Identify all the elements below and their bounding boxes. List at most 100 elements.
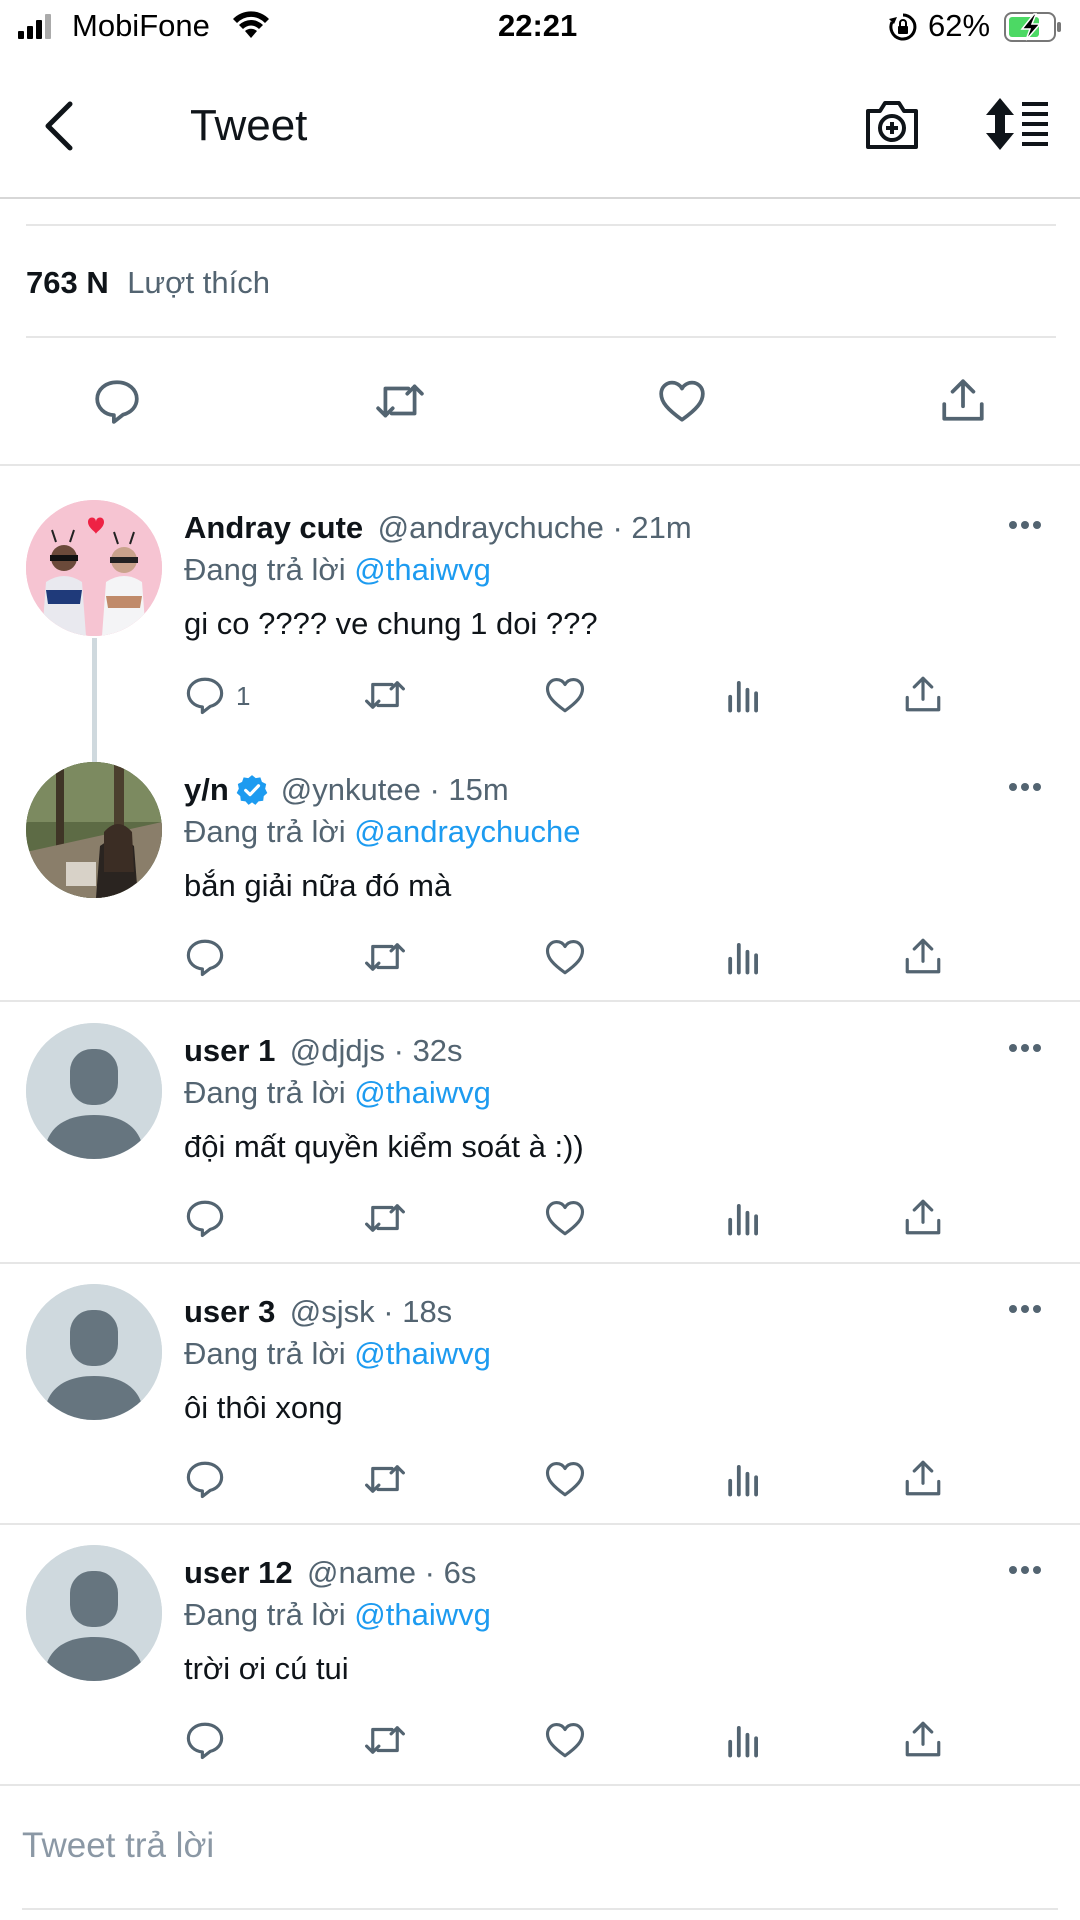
- display-name[interactable]: user 12: [184, 1555, 293, 1590]
- more-options-icon[interactable]: [1008, 1043, 1042, 1053]
- analytics-icon[interactable]: [726, 676, 762, 714]
- more-options-icon[interactable]: [1008, 782, 1042, 792]
- reply-icon[interactable]: [184, 1458, 226, 1500]
- default-avatar: [26, 1023, 162, 1159]
- avatar[interactable]: [26, 1545, 162, 1681]
- reply-tweet[interactable]: user 3 @sjsk · 18s Đang trả lời @thaiwvg…: [0, 1284, 1080, 1522]
- reply-prefix: Đang trả lời: [184, 1597, 346, 1632]
- reply-icon[interactable]: [92, 376, 142, 426]
- retweet-icon[interactable]: [372, 376, 428, 426]
- analytics-icon[interactable]: [726, 1460, 762, 1498]
- retweet-icon[interactable]: [362, 1458, 408, 1500]
- reply-prefix: Đang trả lời: [184, 1075, 346, 1110]
- share-icon[interactable]: [938, 374, 988, 426]
- reply-composer[interactable]: Tweet trả lời: [0, 1786, 1080, 1910]
- like-icon[interactable]: [544, 936, 586, 978]
- share-icon[interactable]: [902, 934, 944, 978]
- more-options-icon[interactable]: [1008, 1565, 1042, 1575]
- divider: [0, 1000, 1080, 1002]
- like-icon[interactable]: [544, 674, 586, 716]
- tweet-header: user 3 @sjsk · 18s: [184, 1294, 452, 1330]
- share-icon[interactable]: [902, 1717, 944, 1761]
- tweet-header: user 1 @djdjs · 32s: [184, 1033, 463, 1069]
- retweet-icon[interactable]: [362, 936, 408, 978]
- divider: [26, 224, 1056, 226]
- wifi-icon: [233, 11, 269, 38]
- default-avatar: [26, 1545, 162, 1681]
- mention-link[interactable]: @thaiwvg: [354, 1075, 491, 1110]
- page-title: Tweet: [190, 101, 308, 150]
- mention-link[interactable]: @andraychuche: [354, 814, 580, 849]
- status-bar: MobiFone 22:21 62%: [0, 0, 1080, 56]
- reply-input-placeholder[interactable]: Tweet trả lời: [22, 1826, 214, 1866]
- rotation-lock-icon: [889, 13, 917, 41]
- analytics-icon[interactable]: [726, 1199, 762, 1237]
- display-name[interactable]: Andray cute: [184, 510, 363, 545]
- photo-avatar: [26, 500, 162, 636]
- like-icon[interactable]: [544, 1719, 586, 1761]
- handle-time: @name · 6s: [307, 1555, 477, 1590]
- reply-prefix: Đang trả lời: [184, 814, 346, 849]
- avatar[interactable]: [26, 1023, 162, 1159]
- divider: [26, 336, 1056, 338]
- reply-tweet[interactable]: y/n @ynkutee · 15m Đang trả lời @andrayc…: [0, 762, 1080, 1000]
- reply-tweet[interactable]: Andray cute @andraychuche · 21m Đang trả…: [0, 500, 1080, 750]
- photo-avatar: [26, 762, 162, 898]
- mention-link[interactable]: @thaiwvg: [354, 1336, 491, 1371]
- reply-icon[interactable]: [184, 1197, 226, 1239]
- likes-label: Lượt thích: [127, 265, 270, 300]
- handle-time: @sjsk · 18s: [289, 1294, 453, 1329]
- carrier-name: MobiFone: [72, 8, 210, 43]
- avatar[interactable]: [26, 762, 162, 898]
- reply-icon[interactable]: [184, 936, 226, 978]
- display-name[interactable]: y/n: [184, 772, 229, 808]
- reply-tweet[interactable]: user 12 @name · 6s Đang trả lời @thaiwvg…: [0, 1545, 1080, 1783]
- divider: [0, 464, 1080, 466]
- tweet-text: bắn giải nữa đó mà: [184, 868, 452, 903]
- divider: [22, 1908, 1058, 1910]
- like-icon[interactable]: [656, 376, 708, 426]
- replying-to: Đang trả lời @thaiwvg: [184, 552, 491, 588]
- reply-icon[interactable]: [184, 674, 226, 716]
- share-icon[interactable]: [902, 1195, 944, 1239]
- retweet-icon[interactable]: [362, 674, 408, 716]
- reply-prefix: Đang trả lời: [184, 552, 346, 587]
- analytics-icon[interactable]: [726, 938, 762, 976]
- divider: [0, 1262, 1080, 1264]
- likes-summary[interactable]: 763 N Lượt thích: [26, 265, 270, 301]
- mention-link[interactable]: @thaiwvg: [354, 552, 491, 587]
- replying-to: Đang trả lời @thaiwvg: [184, 1597, 491, 1633]
- mention-link[interactable]: @thaiwvg: [354, 1597, 491, 1632]
- reply-tweet[interactable]: user 1 @djdjs · 32s Đang trả lời @thaiwv…: [0, 1023, 1080, 1261]
- more-options-icon[interactable]: [1008, 1304, 1042, 1314]
- divider: [0, 1523, 1080, 1525]
- more-options-icon[interactable]: [1008, 520, 1042, 530]
- retweet-icon[interactable]: [362, 1197, 408, 1239]
- like-icon[interactable]: [544, 1197, 586, 1239]
- tweet-text: trời ơi cú tui: [184, 1651, 349, 1686]
- like-icon[interactable]: [544, 1458, 586, 1500]
- display-name[interactable]: user 1: [184, 1033, 275, 1068]
- tweet-text: đội mất quyền kiểm soát à :)): [184, 1129, 584, 1164]
- display-name[interactable]: user 3: [184, 1294, 275, 1329]
- tweet-text: gi co ???? ve chung 1 doi ???: [184, 606, 598, 641]
- tweet-header: Andray cute @andraychuche · 21m: [184, 510, 692, 546]
- analytics-icon[interactable]: [726, 1721, 762, 1759]
- retweet-icon[interactable]: [362, 1719, 408, 1761]
- sort-icon[interactable]: [984, 97, 1050, 151]
- reply-icon[interactable]: [184, 1719, 226, 1761]
- share-icon[interactable]: [902, 1456, 944, 1500]
- verified-badge-icon: [236, 775, 268, 805]
- back-icon[interactable]: [40, 100, 76, 152]
- replying-to: Đang trả lời @andraychuche: [184, 814, 580, 850]
- avatar[interactable]: [26, 1284, 162, 1420]
- reply-count: 1: [236, 681, 251, 711]
- replying-to: Đang trả lời @thaiwvg: [184, 1075, 491, 1111]
- camera-add-icon[interactable]: [864, 97, 920, 153]
- share-icon[interactable]: [902, 672, 944, 716]
- replying-to: Đang trả lời @thaiwvg: [184, 1336, 491, 1372]
- default-avatar: [26, 1284, 162, 1420]
- battery-charging-icon: [1004, 12, 1061, 42]
- tweet-header: y/n @ynkutee · 15m: [184, 772, 509, 808]
- avatar[interactable]: [26, 500, 162, 636]
